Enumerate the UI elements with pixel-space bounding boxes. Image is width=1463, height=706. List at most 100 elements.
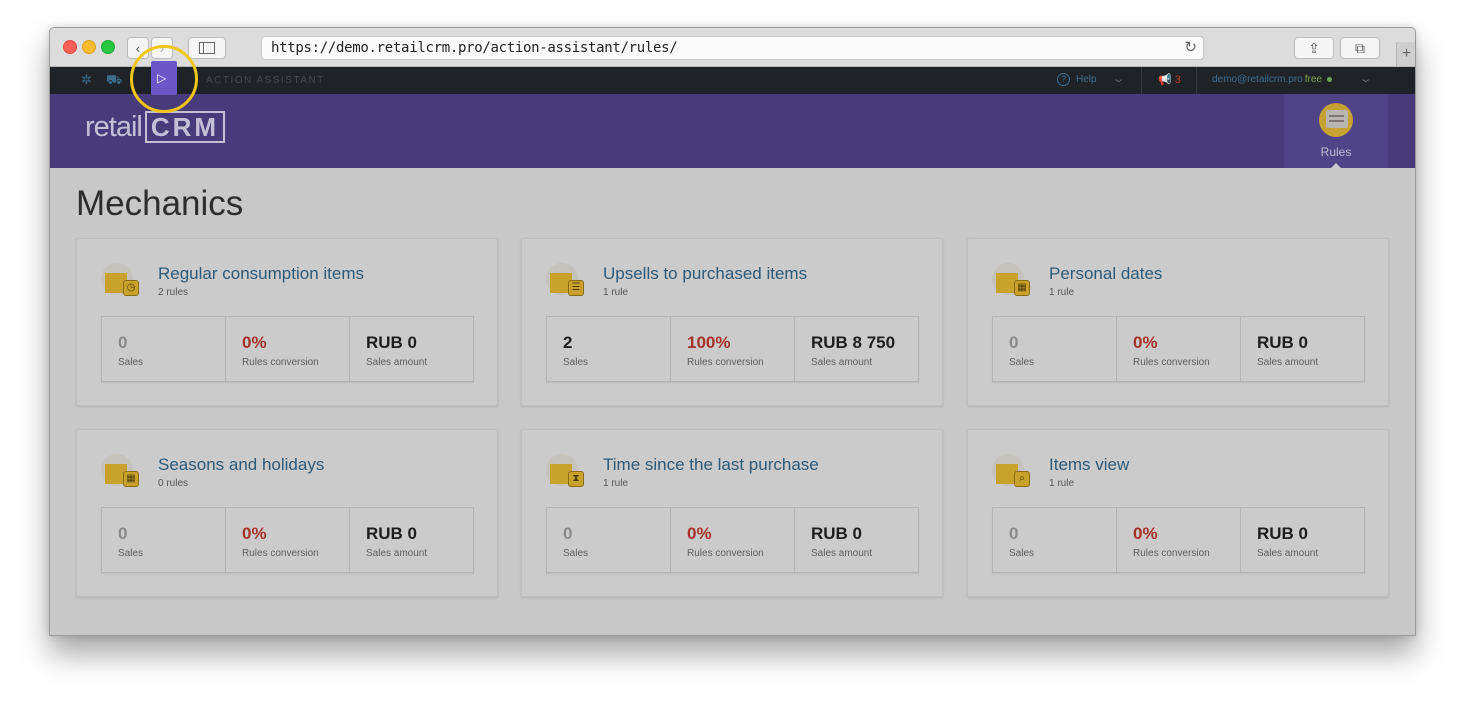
stat-cell: 0% Rules conversion xyxy=(1117,317,1241,381)
stat-label: Rules conversion xyxy=(1133,548,1210,559)
reload-icon[interactable]: ↻ xyxy=(1184,38,1197,56)
tab-rules[interactable]: Rules xyxy=(1284,94,1388,169)
stat-cell: 0 Sales xyxy=(102,508,226,572)
stat-cell: RUB 0 Sales amount xyxy=(1241,508,1364,572)
page-title: Mechanics xyxy=(76,184,244,223)
mechanic-title-link[interactable]: Regular consumption items xyxy=(158,264,364,284)
stat-label: Sales amount xyxy=(366,548,428,559)
stat-label: Rules conversion xyxy=(687,548,764,559)
stat-label: Sales amount xyxy=(1257,357,1319,368)
mechanic-title-link[interactable]: Time since the last purchase xyxy=(603,455,819,475)
stat-cell: RUB 0 Sales amount xyxy=(350,317,473,381)
stat-value: 0 xyxy=(1009,333,1019,352)
mechanic-badge-icon: ⧗ xyxy=(568,471,584,487)
stat-label: Sales xyxy=(1009,357,1035,368)
mechanic-card[interactable]: ▦ Seasons and holidays 0 rules 0 Sales 0… xyxy=(76,429,498,597)
stat-label: Rules conversion xyxy=(242,548,319,559)
mechanic-icon: ◷ xyxy=(101,263,141,299)
mechanic-stats: 0 Sales 0% Rules conversion RUB 0 Sales … xyxy=(546,507,919,573)
divider xyxy=(1141,67,1142,94)
mechanic-title-link[interactable]: Personal dates xyxy=(1049,264,1162,284)
notifications-count: 3 xyxy=(1174,74,1181,86)
chevron-down-icon[interactable]: ⌄ xyxy=(1358,72,1373,85)
stat-label: Sales amount xyxy=(811,357,873,368)
mechanic-stats: 0 Sales 0% Rules conversion RUB 0 Sales … xyxy=(992,507,1365,573)
mechanic-rules-count: 1 rule xyxy=(603,287,629,298)
stat-label: Rules conversion xyxy=(242,357,319,368)
app-header: retail CRM Rules xyxy=(50,94,1415,169)
logo-text: retail xyxy=(85,111,143,143)
notifications-button[interactable]: 📢 3 xyxy=(1158,73,1181,86)
stat-value: 0 xyxy=(118,524,128,543)
stat-label: Sales amount xyxy=(366,357,428,368)
mechanic-icon: ⌕ xyxy=(992,454,1032,490)
stat-value: RUB 0 xyxy=(1257,524,1309,543)
stat-cell: RUB 0 Sales amount xyxy=(350,508,473,572)
stat-label: Sales amount xyxy=(811,548,873,559)
stat-cell: RUB 0 Sales amount xyxy=(795,508,918,572)
close-window-button[interactable] xyxy=(63,40,77,54)
stat-value: RUB 0 xyxy=(366,333,418,352)
highlight-circle xyxy=(130,45,198,113)
zoom-window-button[interactable] xyxy=(101,40,115,54)
mechanic-card[interactable]: ⌕ Items view 1 rule 0 Sales 0% Rules con… xyxy=(967,429,1389,597)
share-button[interactable]: ⇪ xyxy=(1294,37,1334,59)
stat-value: 0 xyxy=(563,524,573,543)
stat-value: 0 xyxy=(1009,524,1019,543)
divider xyxy=(1196,67,1197,94)
question-icon: ? xyxy=(1057,73,1070,86)
mechanic-card[interactable]: ▦ Personal dates 1 rule 0 Sales 0% Rules… xyxy=(967,238,1389,406)
plan-badge: free xyxy=(1304,74,1322,85)
mechanic-stats: 2 Sales 100% Rules conversion RUB 8 750 … xyxy=(546,316,919,382)
show-tabs-button[interactable]: ⧉ xyxy=(1340,37,1380,59)
stat-cell: 0 Sales xyxy=(993,508,1117,572)
mechanic-badge-icon: ◷ xyxy=(123,280,139,296)
mechanic-card[interactable]: ◷ Regular consumption items 2 rules 0 Sa… xyxy=(76,238,498,406)
sidebar-toggle-button[interactable] xyxy=(188,37,226,59)
stat-value: 2 xyxy=(563,333,573,352)
stat-cell: 0 Sales xyxy=(102,317,226,381)
new-tab-button[interactable]: + xyxy=(1396,42,1415,66)
cart-icon[interactable]: ⛟ xyxy=(106,72,122,90)
mechanic-rules-count: 1 rule xyxy=(1049,287,1075,298)
user-menu[interactable]: demo@retailcrm.pro free xyxy=(1212,74,1332,85)
rules-icon xyxy=(1319,103,1353,137)
stat-label: Sales amount xyxy=(1257,548,1319,559)
help-menu[interactable]: ? Help xyxy=(1057,73,1097,86)
mechanic-card[interactable]: ⧗ Time since the last purchase 1 rule 0 … xyxy=(521,429,943,597)
mechanic-stats: 0 Sales 0% Rules conversion RUB 0 Sales … xyxy=(101,507,474,573)
stat-value: 0 xyxy=(118,333,128,352)
logo-crm: CRM xyxy=(144,111,226,143)
stat-value: 0% xyxy=(242,524,267,543)
stat-cell: RUB 8 750 Sales amount xyxy=(795,317,918,381)
stat-value: RUB 0 xyxy=(1257,333,1309,352)
share-icon: ⇪ xyxy=(1308,40,1320,56)
chevron-down-icon[interactable]: ⌄ xyxy=(1111,72,1126,85)
stat-value: RUB 8 750 xyxy=(811,333,896,352)
mechanic-badge-icon: ⌕ xyxy=(1014,471,1030,487)
gear-icon[interactable]: ✲ xyxy=(81,72,92,88)
stat-label: Sales xyxy=(563,548,589,559)
stat-cell: 0% Rules conversion xyxy=(1117,508,1241,572)
minimize-window-button[interactable] xyxy=(82,40,96,54)
mechanic-stats: 0 Sales 0% Rules conversion RUB 0 Sales … xyxy=(101,316,474,382)
stat-label: Rules conversion xyxy=(687,357,764,368)
mechanic-rules-count: 1 rule xyxy=(603,478,629,489)
stat-value: RUB 0 xyxy=(366,524,418,543)
stat-value: 0% xyxy=(687,524,712,543)
retailcrm-logo[interactable]: retail CRM xyxy=(85,111,226,144)
tab-rules-label: Rules xyxy=(1320,145,1352,159)
mechanic-rules-count: 2 rules xyxy=(158,287,189,298)
mechanic-title-link[interactable]: Upsells to purchased items xyxy=(603,264,807,284)
mechanic-title-link[interactable]: Items view xyxy=(1049,455,1129,475)
mechanic-card[interactable]: ☰ Upsells to purchased items 1 rule 2 Sa… xyxy=(521,238,943,406)
stat-cell: 0 Sales xyxy=(993,317,1117,381)
mechanic-badge-icon: ▦ xyxy=(1014,280,1030,296)
address-bar[interactable]: https://demo.retailcrm.pro/action-assist… xyxy=(261,36,1204,60)
mechanic-title-link[interactable]: Seasons and holidays xyxy=(158,455,324,475)
stat-value: 0% xyxy=(1133,524,1158,543)
stat-value: RUB 0 xyxy=(811,524,863,543)
plus-icon: + xyxy=(1401,45,1412,62)
mechanic-rules-count: 1 rule xyxy=(1049,478,1075,489)
help-label: Help xyxy=(1076,74,1097,85)
